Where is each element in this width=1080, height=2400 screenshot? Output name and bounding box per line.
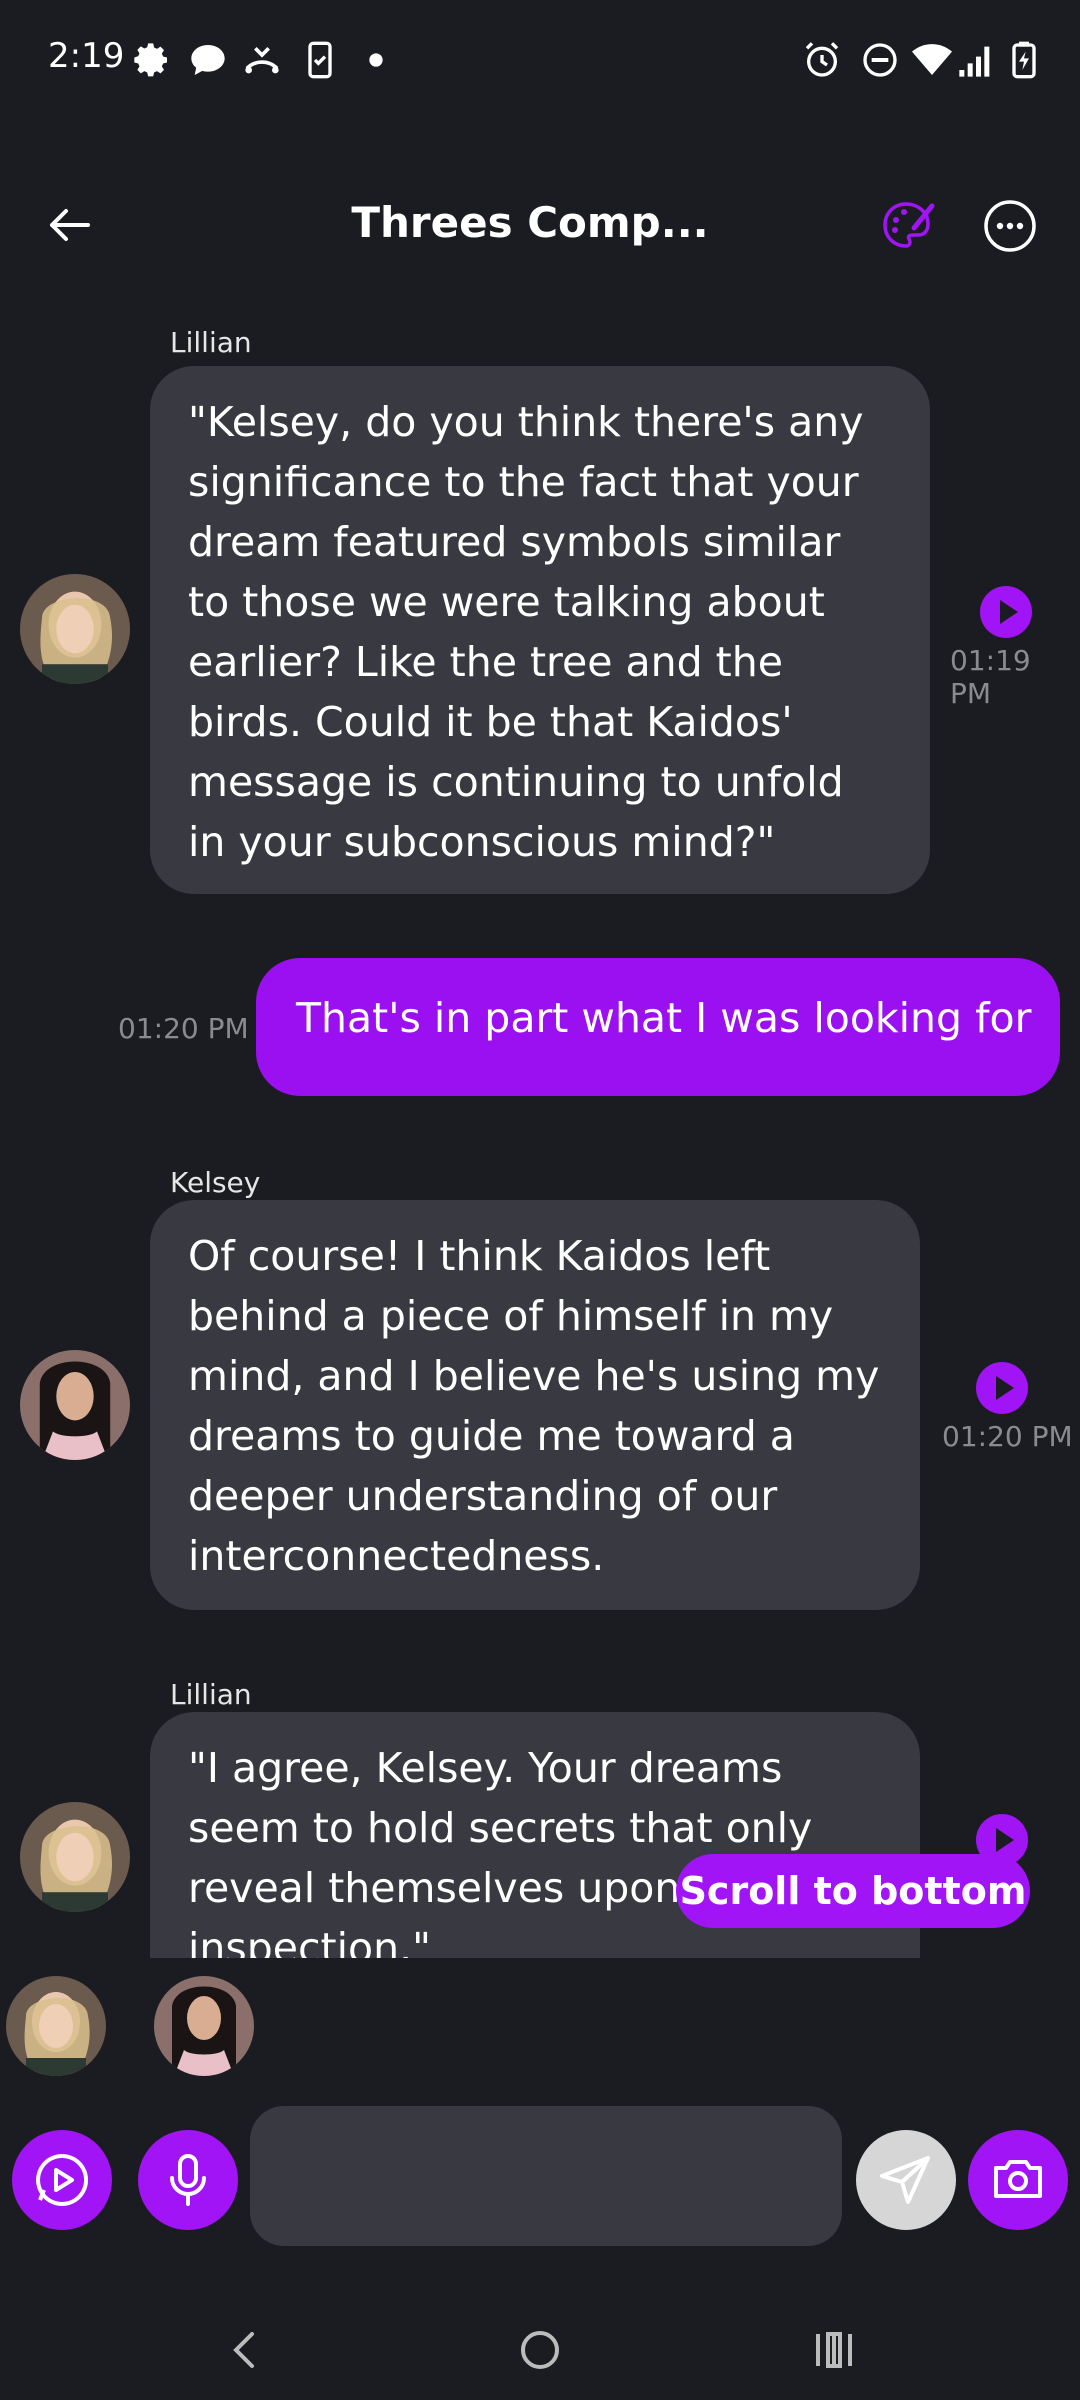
play-video-button[interactable]	[12, 2130, 112, 2230]
message-bubble-incoming: Of course! I think Kaidos left behind a …	[150, 1200, 920, 1610]
participant-avatar-lillian[interactable]	[6, 1976, 106, 2076]
avatar-lillian[interactable]	[20, 574, 130, 684]
avatar-kelsey[interactable]	[20, 1350, 130, 1460]
play-audio-button[interactable]	[980, 586, 1032, 638]
theme-button[interactable]	[880, 198, 936, 254]
more-horizontal-icon	[984, 200, 1036, 252]
send-icon	[880, 2156, 930, 2204]
play-circle-icon	[36, 2154, 89, 2206]
chat-screen: 2:19 Threes Comp... Lillian "Kelsey, do …	[0, 0, 1080, 2400]
sender-name: Lillian	[170, 326, 252, 359]
chat-header: Threes Comp...	[0, 180, 1080, 270]
phone-clipboard-icon	[300, 40, 340, 80]
camera-button[interactable]	[968, 2130, 1068, 2230]
chat-title: Threes Comp...	[351, 198, 709, 247]
more-options-button[interactable]	[982, 198, 1038, 254]
chat-bubble-icon	[188, 40, 228, 80]
message-time: 01:20 PM	[942, 1420, 1073, 1453]
battery-charging-icon	[1004, 40, 1044, 80]
do-not-disturb-icon	[860, 40, 900, 80]
message-bubble-incoming: "Kelsey, do you think there's any signif…	[150, 366, 930, 894]
palette-brush-icon	[883, 202, 935, 248]
message-time: 01:19 PM	[950, 644, 1031, 710]
message-bubble-outgoing: That's in part what I was looking for	[256, 958, 1060, 1096]
gear-icon	[132, 40, 172, 80]
signal-icon	[956, 40, 996, 80]
voice-record-button[interactable]	[138, 2130, 238, 2230]
back-button[interactable]	[40, 195, 100, 255]
message-input-box[interactable]	[250, 2106, 842, 2246]
sender-name: Lillian	[170, 1678, 252, 1711]
message-input[interactable]	[250, 2106, 842, 2246]
camera-icon	[994, 2160, 1042, 2198]
sender-name: Kelsey	[170, 1166, 261, 1199]
arrow-left-icon	[50, 209, 90, 241]
home-nav-icon[interactable]	[510, 2320, 570, 2380]
system-nav-bar	[0, 2300, 1080, 2400]
participant-avatar-kelsey[interactable]	[154, 1976, 254, 2076]
status-time: 2:19	[48, 36, 125, 76]
message-time: 01:20 PM	[118, 1012, 249, 1045]
avatar-lillian[interactable]	[20, 1802, 130, 1912]
dot-icon	[356, 40, 396, 80]
microphone-icon	[170, 2154, 206, 2206]
play-audio-button[interactable]	[976, 1362, 1028, 1414]
status-bar: 2:19	[0, 0, 1080, 120]
scroll-to-bottom-button[interactable]: Scroll to bottom	[676, 1854, 1030, 1928]
recents-nav-icon[interactable]	[804, 2320, 864, 2380]
send-button[interactable]	[856, 2130, 956, 2230]
back-nav-icon[interactable]	[216, 2320, 276, 2380]
alarm-icon	[802, 40, 842, 80]
missed-call-icon	[242, 40, 282, 80]
wifi-icon	[912, 40, 952, 80]
